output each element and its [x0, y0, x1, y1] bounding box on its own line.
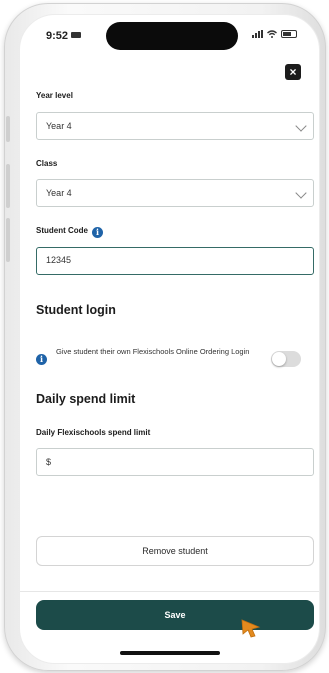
- status-icons: [252, 30, 297, 38]
- daily-spend-label: Daily Flexischools spend limit: [36, 428, 151, 437]
- volume-down-button: [6, 218, 10, 262]
- student-login-description: Give student their own Flexischools Onli…: [56, 347, 250, 356]
- battery-icon: [281, 30, 297, 38]
- divider: [20, 591, 319, 592]
- student-login-title: Student login: [36, 303, 116, 317]
- year-level-value: Year 4: [46, 121, 72, 131]
- home-indicator: [120, 651, 220, 655]
- status-app-icon: [71, 32, 82, 38]
- daily-spend-input[interactable]: $: [36, 448, 314, 476]
- dynamic-island: [106, 22, 238, 50]
- signal-icon: [252, 30, 263, 38]
- close-icon: ×: [289, 65, 297, 79]
- status-time: 9:52: [46, 30, 82, 42]
- wifi-icon: [267, 30, 277, 38]
- student-code-input[interactable]: 12345: [36, 247, 314, 275]
- class-label: Class: [36, 159, 58, 168]
- app-screen: 9:52 × Year level Year 4 Class Year 4 St…: [19, 14, 320, 664]
- daily-spend-title: Daily spend limit: [36, 392, 136, 406]
- pointer-cursor-icon: [241, 619, 261, 638]
- student-code-label-row: Student Code i: [36, 226, 103, 238]
- toggle-knob: [272, 352, 286, 366]
- student-code-value: 12345: [46, 255, 72, 265]
- volume-up-button: [6, 164, 10, 208]
- year-level-select[interactable]: Year 4: [36, 112, 314, 140]
- student-login-toggle[interactable]: [271, 351, 301, 367]
- phone-frame: 9:52 × Year level Year 4 Class Year 4 St…: [4, 3, 326, 671]
- class-value: Year 4: [46, 188, 72, 198]
- class-select[interactable]: Year 4: [36, 179, 314, 207]
- remove-student-button[interactable]: Remove student: [36, 536, 314, 566]
- close-button[interactable]: ×: [285, 64, 301, 80]
- status-time-text: 9:52: [46, 30, 69, 42]
- student-code-label: Student Code: [36, 226, 88, 235]
- chevron-down-icon: [295, 187, 307, 199]
- action-button: [6, 116, 10, 142]
- save-button[interactable]: Save: [36, 600, 314, 630]
- daily-spend-value: $: [46, 457, 52, 467]
- chevron-down-icon: [295, 120, 307, 132]
- info-icon[interactable]: i: [92, 227, 103, 238]
- info-icon[interactable]: i: [36, 354, 47, 365]
- year-level-label: Year level: [36, 91, 73, 100]
